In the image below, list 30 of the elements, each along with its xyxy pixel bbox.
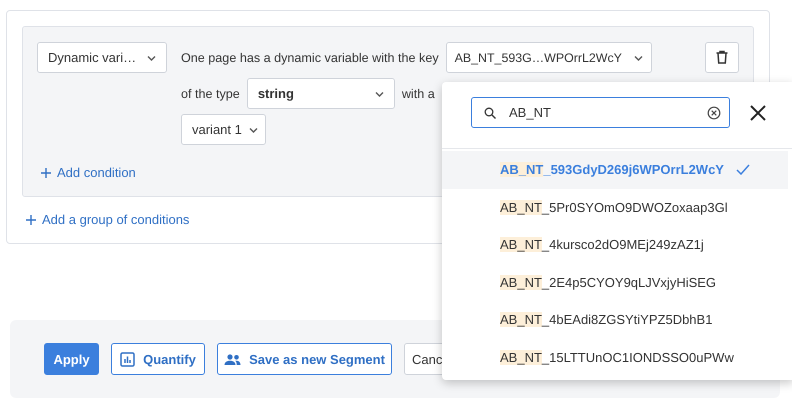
search-icon [484,106,496,118]
search-field[interactable]: AB_NT [471,97,730,128]
condition-text: with a [402,86,435,100]
close-button[interactable] [749,104,767,122]
condition-text: One page has a dynamic variable with the key [181,50,439,64]
delete-button[interactable] [705,42,739,73]
key-option[interactable]: AB_NT_15LTTUnOC1IONDSSO0uPWw [442,338,788,376]
condition-type-dropdown[interactable]: Dynamic vari… [37,42,167,73]
key-dropdown[interactable]: AB_NT_593G…WPOrrL2WcY [446,42,652,73]
apply-button[interactable]: Apply [44,343,99,375]
close-icon [749,104,767,122]
type-dropdown[interactable]: string [246,78,395,109]
trash-icon [715,50,729,65]
key-option[interactable]: AB_NT_4bEAdi8ZGSYtiYPZ5DbhB1 [442,301,788,338]
condition-text: of the type [181,86,240,100]
clear-icon[interactable] [707,106,721,120]
key-option[interactable]: AB_NT_2E4p5CYOY9qLJVxjyHiSEG [442,264,788,301]
key-option[interactable]: AB_NT_593GdyD269j6WPOrrL2WcY [442,151,788,188]
save-segment-button[interactable]: Save as new Segment [217,343,392,375]
quantify-button[interactable]: Quantify [111,343,205,375]
check-icon [736,164,750,176]
key-option[interactable]: AB_NT_5Pr0SYOmO9DWOZoxaap3Gl [442,188,788,226]
people-icon [224,352,242,366]
chart-icon [120,352,136,366]
add-group-link[interactable]: Add a group of conditions [25,212,190,227]
value-dropdown[interactable]: variant 1 [181,114,266,145]
plus-icon [40,166,52,178]
key-option[interactable]: AB_NT_4kursco2dO9MEj249zAZ1j [442,226,788,264]
plus-icon [25,214,37,226]
search-input[interactable]: AB_NT [509,105,694,120]
